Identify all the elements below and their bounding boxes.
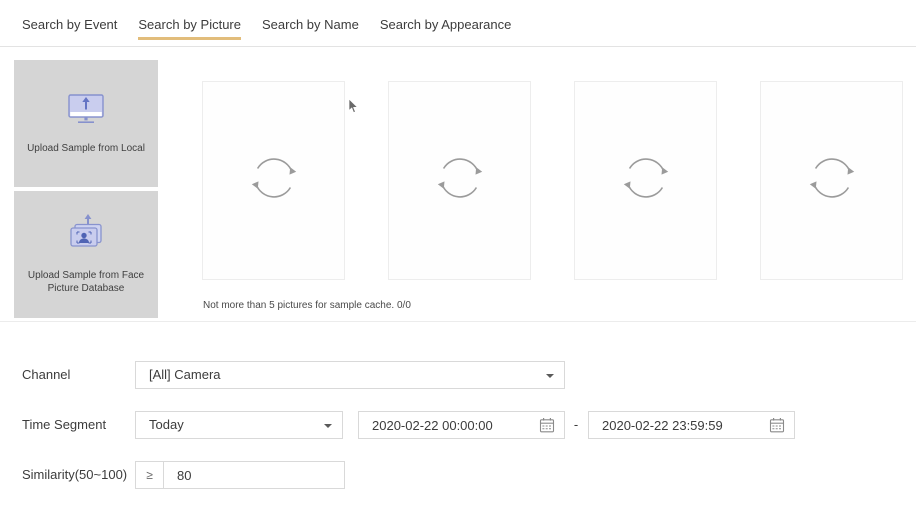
search-by-picture-screen: Search by Event Search by Picture Search… xyxy=(0,0,916,518)
sample-picture-section: Upload Sample from Local Upload Sample f… xyxy=(0,48,916,322)
end-time-input[interactable] xyxy=(588,411,795,439)
upload-face-db-label-line2: Picture Database xyxy=(48,282,125,295)
chevron-down-icon xyxy=(324,424,332,428)
loading-refresh-icon xyxy=(809,155,855,206)
loading-refresh-icon xyxy=(437,155,483,206)
time-preset-select[interactable]: Today xyxy=(135,411,343,439)
sample-slot xyxy=(202,81,345,280)
similarity-input[interactable] xyxy=(163,461,345,489)
upload-panel: Upload Sample from Local Upload Sample f… xyxy=(14,60,158,318)
end-time-calendar-icon[interactable] xyxy=(769,417,785,433)
start-time-input[interactable] xyxy=(358,411,565,439)
upload-sample-from-face-database-button[interactable]: Upload Sample from Face Picture Database xyxy=(14,191,158,318)
time-preset-value: Today xyxy=(149,417,184,432)
channel-label: Channel xyxy=(22,361,70,389)
sample-slot xyxy=(574,81,717,280)
sample-slot xyxy=(388,81,531,280)
upload-face-db-label-line1: Upload Sample from Face xyxy=(28,269,144,282)
similarity-label: Similarity(50~100) xyxy=(22,461,127,489)
sample-cache-note: Not more than 5 pictures for sample cach… xyxy=(203,300,411,311)
channel-select-value: [All] Camera xyxy=(149,367,221,382)
channel-select[interactable]: [All] Camera xyxy=(135,361,565,389)
upload-local-label: Upload Sample from Local xyxy=(27,142,145,155)
greater-equal-operator: ≥ xyxy=(135,461,164,489)
tab-search-by-picture[interactable]: Search by Picture xyxy=(138,17,241,40)
time-range-separator: - xyxy=(569,411,583,439)
upload-sample-from-local-button[interactable]: Upload Sample from Local xyxy=(14,60,158,187)
tab-search-by-appearance[interactable]: Search by Appearance xyxy=(380,17,512,40)
tab-search-by-event[interactable]: Search by Event xyxy=(22,17,117,40)
face-picture-database-upload-icon xyxy=(64,214,108,259)
search-tabs: Search by Event Search by Picture Search… xyxy=(0,0,916,47)
chevron-down-icon xyxy=(546,374,554,378)
monitor-upload-icon xyxy=(66,93,106,132)
start-time-calendar-icon[interactable] xyxy=(539,417,555,433)
loading-refresh-icon xyxy=(251,155,297,206)
time-segment-label: Time Segment xyxy=(22,411,106,439)
tab-search-by-name[interactable]: Search by Name xyxy=(262,17,359,40)
sample-slot xyxy=(760,81,903,280)
loading-refresh-icon xyxy=(623,155,669,206)
